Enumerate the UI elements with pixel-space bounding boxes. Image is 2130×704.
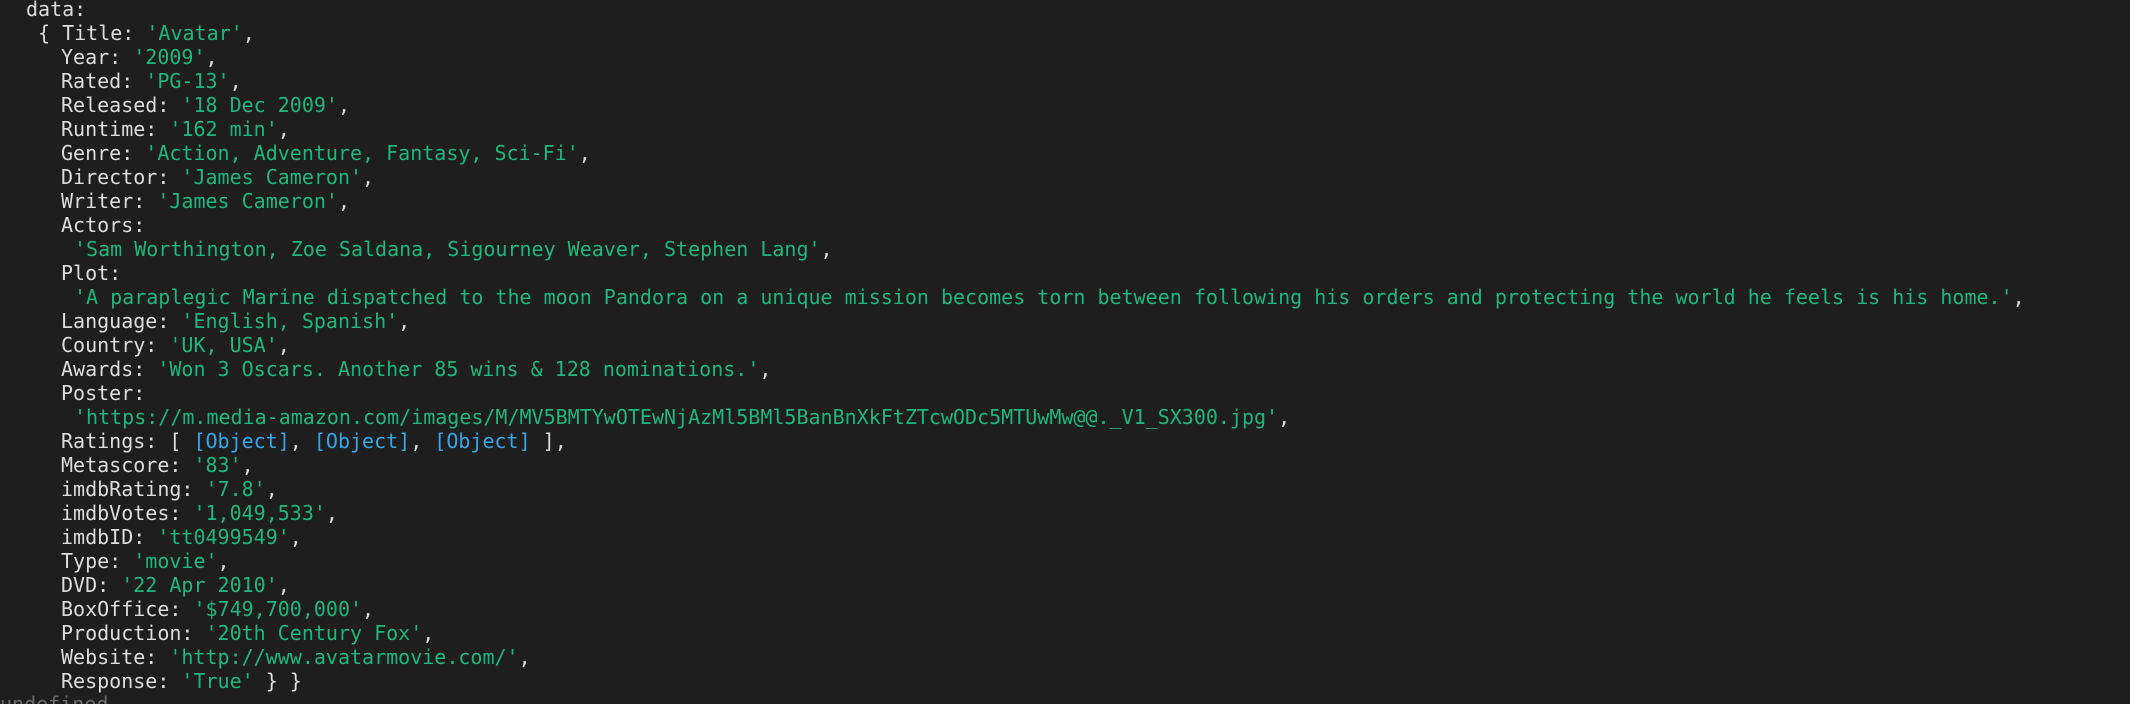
- field-imdbvotes: imdbVotes: '1,049,533',: [61, 501, 338, 525]
- field-ratings: Ratings: [ [Object], [Object], [Object] …: [61, 429, 567, 453]
- field-plot-key: Plot:: [61, 261, 122, 285]
- field-genre: Genre: 'Action, Adventure, Fantasy, Sci-…: [61, 141, 591, 165]
- field-country: Country: 'UK, USA',: [61, 333, 290, 357]
- field-production: Production: '20th Century Fox',: [61, 621, 435, 645]
- field-writer: Writer: 'James Cameron',: [61, 189, 350, 213]
- field-metascore: Metascore: '83',: [61, 453, 254, 477]
- output-footer: undefined: [0, 692, 109, 704]
- ratings-object-2: [Object]: [313, 429, 411, 453]
- field-imdbid: imdbID: 'tt0499549',: [61, 525, 302, 549]
- field-dvd: DVD: '22 Apr 2010',: [61, 573, 290, 597]
- field-runtime: Runtime: '162 min',: [61, 117, 290, 141]
- field-poster-key: Poster:: [61, 381, 146, 405]
- field-released: Released: '18 Dec 2009',: [61, 93, 351, 117]
- field-type: Type: 'movie',: [61, 549, 230, 573]
- field-awards: Awards: 'Won 3 Oscars. Another 85 wins &…: [61, 357, 772, 381]
- field-actors-key: Actors:: [61, 213, 146, 237]
- field-director: Director: 'James Cameron',: [61, 165, 375, 189]
- ratings-object-1: [Object]: [193, 429, 290, 453]
- field-plot-value: 'A paraplegic Marine dispatched to the m…: [74, 285, 2025, 309]
- field-rated: Rated: 'PG-13',: [61, 69, 242, 93]
- field-poster-value: 'https://m.media-amazon.com/images/M/MV5…: [74, 405, 1291, 429]
- field-boxoffice: BoxOffice: '$749,700,000',: [61, 597, 375, 621]
- output-header: data:: [26, 0, 87, 21]
- field-language: Language: 'English, Spanish',: [61, 309, 411, 333]
- field-year: Year: '2009',: [61, 45, 218, 69]
- field-imdbrating: imdbRating: '7.8',: [61, 477, 278, 501]
- field-actors-value: 'Sam Worthington, Zoe Saldana, Sigourney…: [74, 237, 833, 261]
- terminal-output: data: { Title: 'Avatar', Year: '2009', R…: [0, 0, 2130, 704]
- field-response: Response: 'True' } }: [61, 669, 302, 693]
- field-website: Website: 'http://www.avatarmovie.com/',: [61, 645, 531, 669]
- field-title: { Title: 'Avatar',: [38, 21, 255, 45]
- ratings-object-3: [Object]: [434, 429, 531, 453]
